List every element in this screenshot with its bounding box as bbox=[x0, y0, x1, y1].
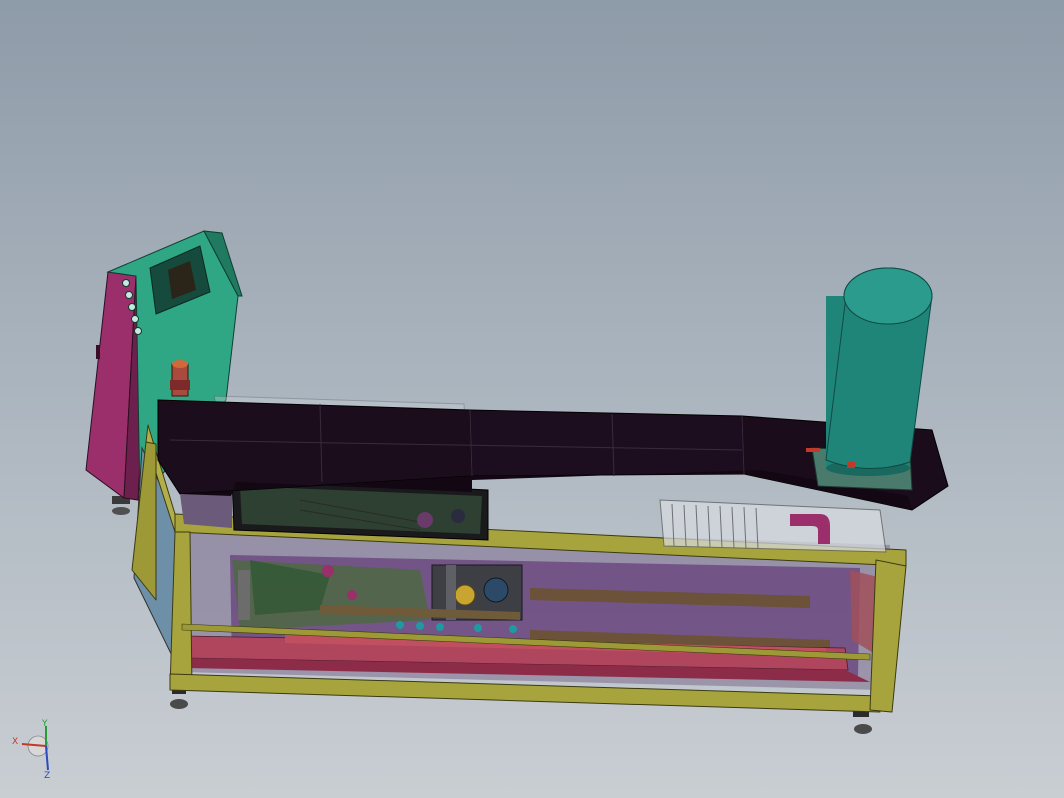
machine-assembly-model[interactable]: Y X Z bbox=[0, 0, 1064, 798]
emergency-stop-button[interactable] bbox=[170, 360, 190, 397]
gear-icon bbox=[454, 584, 476, 606]
drive-mechanism[interactable] bbox=[232, 560, 430, 630]
roller bbox=[322, 565, 334, 577]
triad-z-label: Z bbox=[44, 771, 50, 781]
cabinet-handle bbox=[96, 345, 100, 359]
tank-indicator bbox=[847, 462, 855, 468]
orientation-triad[interactable]: Y X Z bbox=[12, 719, 50, 781]
cover-side-plate bbox=[180, 494, 232, 528]
roller bbox=[347, 590, 357, 600]
cad-viewport[interactable]: Y X Z bbox=[0, 0, 1064, 798]
triad-y-label: Y bbox=[41, 719, 48, 729]
triad-x-label: X bbox=[12, 737, 18, 747]
